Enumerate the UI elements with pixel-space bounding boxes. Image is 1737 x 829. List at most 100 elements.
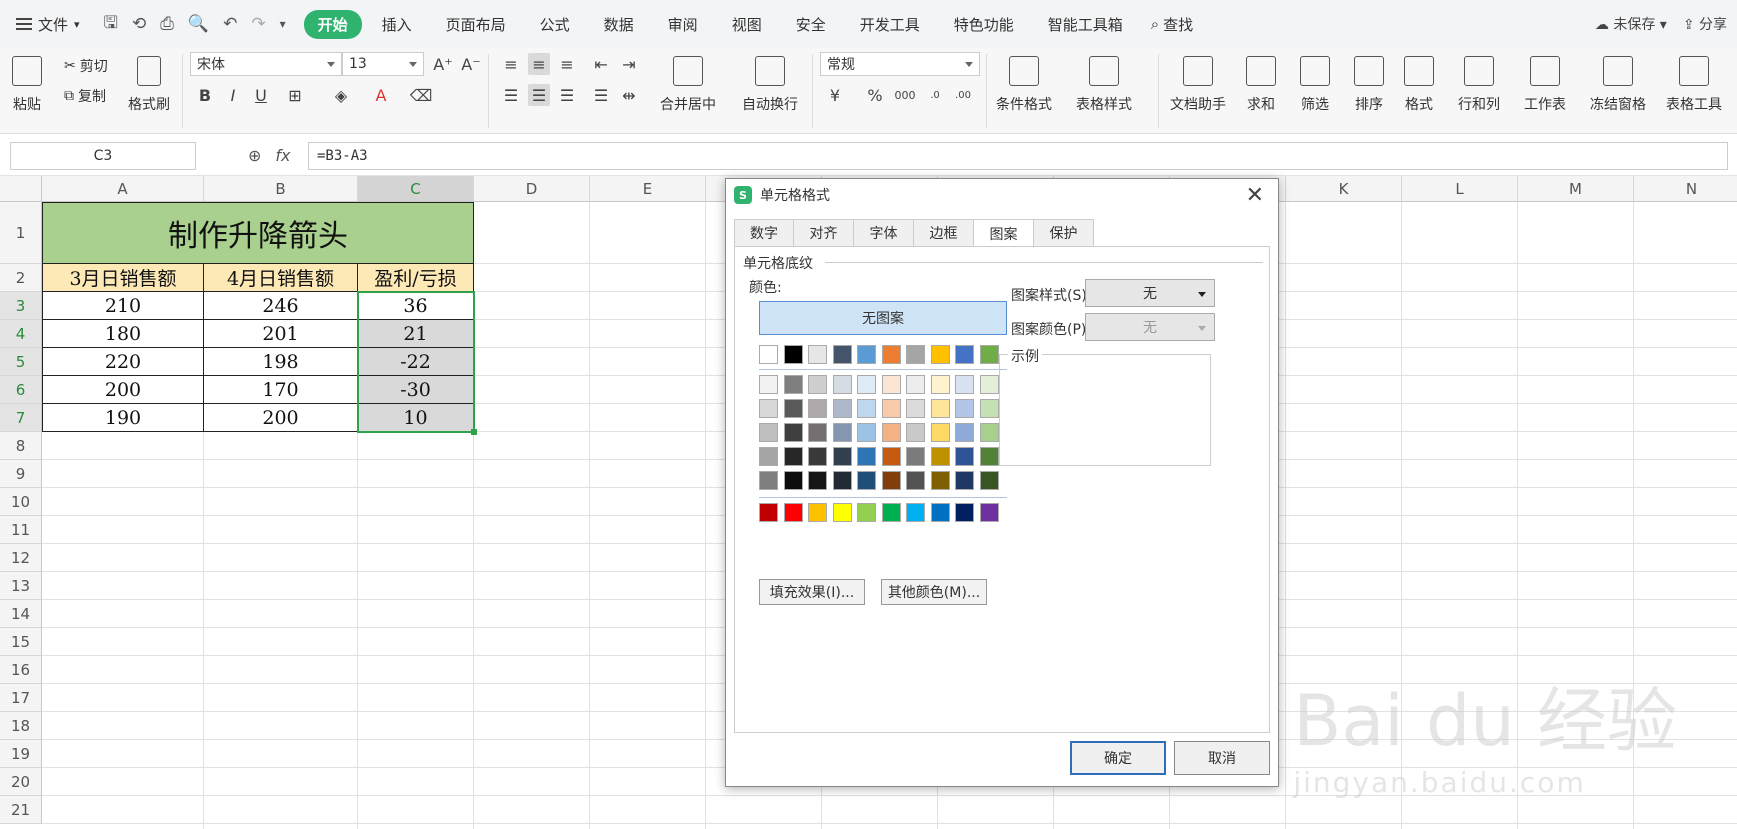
sort-button[interactable]: 排序 xyxy=(1354,56,1384,114)
dialog-tab[interactable]: 保护 xyxy=(1034,219,1094,247)
ok-button[interactable]: 确定 xyxy=(1070,741,1166,775)
row-header[interactable]: 19 xyxy=(0,740,42,768)
shade-color-swatch[interactable] xyxy=(783,471,803,490)
column-header[interactable]: A xyxy=(42,176,204,202)
format-button[interactable]: 格式 xyxy=(1404,56,1434,114)
shade-color-swatch[interactable] xyxy=(881,471,901,490)
font-name-select[interactable]: 宋体 xyxy=(190,52,342,76)
column-title-cell[interactable]: 3月日销售额 xyxy=(42,264,204,292)
row-header[interactable]: 10 xyxy=(0,488,42,516)
shade-color-swatch[interactable] xyxy=(832,399,852,418)
row-header[interactable]: 6 xyxy=(0,376,42,404)
dialog-tab[interactable]: 对齐 xyxy=(794,219,854,247)
data-cell[interactable]: 180 xyxy=(42,320,204,348)
border-icon[interactable]: ⊞ xyxy=(284,84,306,106)
zoom-icon[interactable]: ⊕ xyxy=(248,146,261,165)
theme-color-swatch[interactable] xyxy=(881,345,901,364)
shade-color-swatch[interactable] xyxy=(979,399,999,418)
ribbon-tab[interactable]: 安全 xyxy=(782,10,840,39)
shade-color-swatch[interactable] xyxy=(955,399,974,418)
shade-color-swatch[interactable] xyxy=(857,447,876,466)
table-title-cell[interactable]: 制作升降箭头 xyxy=(42,202,474,264)
align-top-icon[interactable]: ≡ xyxy=(500,53,522,75)
row-header[interactable]: 2 xyxy=(0,264,42,292)
row-header[interactable]: 17 xyxy=(0,684,42,712)
data-cell[interactable]: 170 xyxy=(204,376,358,404)
fx-icon[interactable]: fx xyxy=(275,146,290,165)
column-header[interactable]: D xyxy=(474,176,590,202)
font-size-select[interactable]: 13 xyxy=(342,52,424,76)
theme-color-swatch[interactable] xyxy=(930,345,950,364)
shade-color-swatch[interactable] xyxy=(857,399,876,418)
filter-button[interactable]: 筛选 xyxy=(1300,56,1330,114)
data-cell[interactable]: 200 xyxy=(204,404,358,432)
row-header[interactable]: 1 xyxy=(0,202,42,264)
row-header[interactable]: 8 xyxy=(0,432,42,460)
data-cell[interactable]: 198 xyxy=(204,348,358,376)
rows-cols-button[interactable]: 行和列 xyxy=(1458,56,1500,114)
shade-color-swatch[interactable] xyxy=(930,423,950,442)
column-header[interactable]: L xyxy=(1402,176,1518,202)
shade-color-swatch[interactable] xyxy=(783,447,803,466)
row-header[interactable]: 13 xyxy=(0,572,42,600)
print-preview-icon[interactable]: 🔍 xyxy=(188,14,209,34)
row-header[interactable]: 11 xyxy=(0,516,42,544)
theme-color-swatch[interactable] xyxy=(857,345,876,364)
align-left-icon[interactable]: ☰ xyxy=(500,84,522,106)
shade-color-swatch[interactable] xyxy=(857,375,876,394)
row-header[interactable]: 5 xyxy=(0,348,42,376)
shade-color-swatch[interactable] xyxy=(906,423,925,442)
shade-color-swatch[interactable] xyxy=(783,399,803,418)
clear-icon[interactable]: ⌫ xyxy=(410,84,433,106)
number-format-select[interactable]: 常规 xyxy=(820,52,980,76)
column-header[interactable]: M xyxy=(1518,176,1634,202)
shade-color-swatch[interactable] xyxy=(832,375,852,394)
column-header[interactable]: C xyxy=(358,176,474,202)
data-cell[interactable]: 210 xyxy=(42,292,204,320)
shade-color-swatch[interactable] xyxy=(759,375,778,394)
more-colors-button[interactable]: 其他颜色(M)... xyxy=(881,579,987,605)
wrap-text-button[interactable]: 自动换行 xyxy=(742,56,798,114)
increase-decimal-icon[interactable]: .0 xyxy=(924,84,946,106)
decrease-indent-icon[interactable]: ⇤ xyxy=(590,53,612,75)
align-middle-icon[interactable]: ≡ xyxy=(528,53,550,75)
pattern-style-select[interactable]: 无 xyxy=(1085,279,1215,307)
shade-color-swatch[interactable] xyxy=(955,447,974,466)
shade-color-swatch[interactable] xyxy=(955,471,974,490)
standard-color-swatch[interactable] xyxy=(881,503,901,522)
data-cell[interactable]: -30 xyxy=(358,376,474,404)
row-header[interactable]: 16 xyxy=(0,656,42,684)
print-icon[interactable]: ⎙ xyxy=(160,14,174,34)
align-right-icon[interactable]: ☰ xyxy=(556,84,578,106)
increase-indent-icon[interactable]: ⇥ xyxy=(618,53,640,75)
table-style-button[interactable]: 表格样式 xyxy=(1076,56,1132,114)
cancel-button[interactable]: 取消 xyxy=(1174,741,1270,775)
row-header[interactable]: 4 xyxy=(0,320,42,348)
distribute-icon[interactable]: ⇹ xyxy=(618,84,640,106)
shade-color-swatch[interactable] xyxy=(881,447,901,466)
ribbon-tab[interactable]: 开始 xyxy=(303,9,362,39)
standard-color-swatch[interactable] xyxy=(759,503,778,522)
close-icon[interactable]: ✕ xyxy=(1246,183,1264,208)
row-header[interactable]: 3 xyxy=(0,292,42,320)
shade-color-swatch[interactable] xyxy=(832,423,852,442)
theme-color-swatch[interactable] xyxy=(808,345,827,364)
increase-font-icon[interactable]: A⁺ xyxy=(432,53,454,75)
shade-color-swatch[interactable] xyxy=(955,375,974,394)
formula-input[interactable]: =B3-A3 xyxy=(308,142,1728,170)
undo-icon[interactable]: ↶ xyxy=(223,14,237,34)
data-cell[interactable]: 10 xyxy=(358,404,474,432)
theme-color-swatch[interactable] xyxy=(783,345,803,364)
no-pattern-button[interactable]: 无图案 xyxy=(759,301,1007,335)
dialog-tab[interactable]: 边框 xyxy=(914,219,974,247)
ribbon-tab[interactable]: 智能工具箱 xyxy=(1034,10,1137,39)
merge-center-button[interactable]: 合并居中 xyxy=(660,56,716,114)
dialog-tab[interactable]: 字体 xyxy=(854,219,914,247)
standard-color-swatch[interactable] xyxy=(906,503,925,522)
shade-color-swatch[interactable] xyxy=(930,471,950,490)
paste-button[interactable]: 粘贴 xyxy=(12,56,42,114)
shade-color-swatch[interactable] xyxy=(881,375,901,394)
column-title-cell[interactable]: 4月日销售额 xyxy=(204,264,358,292)
shade-color-swatch[interactable] xyxy=(759,399,778,418)
standard-color-swatch[interactable] xyxy=(955,503,974,522)
